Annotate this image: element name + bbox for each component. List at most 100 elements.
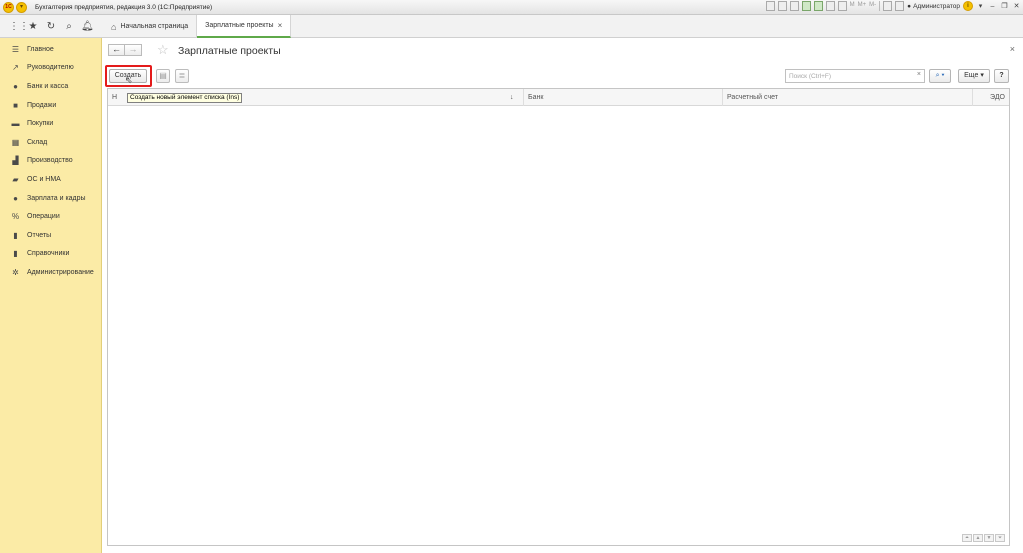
column-header-account[interactable]: Расчетный счет bbox=[723, 89, 973, 106]
list-icon[interactable]: ≣ bbox=[175, 69, 189, 83]
back-button[interactable]: ← bbox=[108, 44, 125, 56]
book-icon: ▮ bbox=[13, 249, 18, 259]
info-icon[interactable]: i bbox=[963, 1, 973, 11]
memory-icon[interactable]: M bbox=[850, 1, 855, 11]
sidebar-item-administration[interactable]: ✲ Администрирование bbox=[0, 263, 101, 282]
scroll-top-icon[interactable]: ⏶ bbox=[962, 534, 972, 542]
zoom-icon[interactable] bbox=[883, 1, 893, 11]
window-title-bar: 1С ▾ Бухгалтерия предприятия, редакция 3… bbox=[0, 0, 1023, 15]
tab-label: Зарплатные проекты bbox=[205, 22, 274, 29]
sidebar-item-label: Банк и касса bbox=[27, 82, 69, 90]
sort-arrow-icon: ↓ bbox=[510, 94, 514, 101]
sections-grid-icon[interactable]: ⋮⋮ bbox=[9, 21, 29, 32]
more-button[interactable]: Еще ▾ bbox=[958, 69, 990, 83]
window-title: Бухгалтерия предприятия, редакция 3.0 (1… bbox=[35, 3, 213, 11]
print-icon[interactable] bbox=[777, 1, 787, 11]
sidebar-item-label: Производство bbox=[27, 157, 73, 165]
save-to-file-icon[interactable] bbox=[813, 1, 823, 11]
tooltip-text: Создать новый элемент списка (Ins) bbox=[130, 94, 240, 101]
help-button[interactable]: ? bbox=[994, 69, 1009, 83]
panels-icon[interactable] bbox=[895, 1, 905, 11]
save-icon[interactable] bbox=[801, 1, 811, 11]
sidebar-item-sales[interactable]: ■ Продажи bbox=[0, 96, 101, 115]
cart-icon: ▬ bbox=[11, 119, 20, 129]
sidebar-item-label: Зарплата и кадры bbox=[27, 194, 86, 202]
sidebar-item-label: Покупки bbox=[27, 120, 54, 128]
dropdown-icon[interactable]: ▾ bbox=[976, 2, 985, 10]
sidebar-item-salary-hr[interactable]: ● Зарплата и кадры bbox=[0, 189, 101, 208]
sidebar-item-label: Отчеты bbox=[27, 231, 52, 239]
form-close-icon[interactable]: × bbox=[1010, 44, 1015, 54]
sidebar-item-purchases[interactable]: ▬ Покупки bbox=[0, 114, 101, 133]
factory-icon: ▟ bbox=[12, 156, 19, 166]
search-input[interactable] bbox=[786, 70, 912, 82]
user-name: Администратор bbox=[913, 2, 960, 10]
more-label: Еще bbox=[964, 72, 979, 79]
search-clear-icon[interactable]: × bbox=[917, 71, 921, 78]
close-icon[interactable]: ✕ bbox=[1012, 2, 1021, 10]
scroll-up-icon[interactable]: ▲ bbox=[973, 534, 983, 542]
column-header-edo[interactable]: ЭДО bbox=[973, 89, 1009, 106]
memory-plus-icon[interactable]: M+ bbox=[858, 1, 867, 11]
sidebar-item-manager[interactable]: ↗ Руководителю bbox=[0, 59, 101, 78]
sidebar-item-label: ОС и НМА bbox=[27, 175, 61, 183]
person-icon: ● bbox=[13, 193, 18, 203]
mouse-pointer-icon: ⇖ bbox=[125, 75, 133, 85]
favorites-star-icon[interactable]: ★ bbox=[27, 21, 39, 32]
current-user[interactable]: ● Администратор bbox=[907, 3, 960, 10]
grid-icon: ▦ bbox=[11, 137, 20, 147]
sidebar-item-label: Продажи bbox=[27, 101, 57, 109]
sidebar-item-reports[interactable]: ▮ Отчеты bbox=[0, 226, 101, 245]
sidebar-item-label: Справочники bbox=[27, 250, 70, 258]
sidebar-item-warehouse[interactable]: ▦ Склад bbox=[0, 133, 101, 152]
history-icon[interactable]: ↻ bbox=[45, 21, 57, 32]
separator bbox=[879, 1, 881, 11]
percent-icon: % bbox=[11, 212, 20, 222]
table-pager: ⏶ ▲ ▼ ⏷ bbox=[962, 534, 1005, 542]
sidebar-item-label: Главное bbox=[27, 45, 54, 53]
list-table[interactable]: Н ↓ Банк Расчетный счет ЭДО Создать новы… bbox=[107, 75, 1010, 546]
list-form: ← → ☆ Зарплатные проекты × Создать ▤ ≣ ×… bbox=[103, 38, 1023, 553]
truck-icon: ▰ bbox=[12, 174, 19, 184]
sidebar-item-label: Руководителю bbox=[27, 64, 74, 72]
command-bar: Создать ▤ ≣ × ⌕ ▾ Еще ▾ ? bbox=[103, 65, 1023, 87]
sidebar-item-label: Операции bbox=[27, 213, 60, 221]
minimize-icon[interactable]: – bbox=[988, 3, 997, 10]
forward-button[interactable]: → bbox=[125, 44, 142, 56]
scroll-bottom-icon[interactable]: ⏷ bbox=[995, 534, 1005, 542]
preview-icon[interactable] bbox=[789, 1, 799, 11]
table-header: Н ↓ Банк Расчетный счет ЭДО Создать новы… bbox=[108, 75, 1009, 106]
sidebar-item-main[interactable]: ☰ Главное bbox=[0, 40, 101, 59]
memory-minus-icon[interactable]: M- bbox=[869, 1, 876, 11]
sidebar-item-operations[interactable]: % Операции bbox=[0, 207, 101, 226]
search-button[interactable]: ⌕ ▾ bbox=[929, 69, 951, 83]
main-menu-icon[interactable]: ▾ bbox=[16, 1, 27, 13]
sidebar-item-production[interactable]: ▟ Производство bbox=[0, 152, 101, 171]
sidebar-item-bank-cash[interactable]: ● Банк и касса bbox=[0, 77, 101, 96]
bag-icon: ■ bbox=[13, 100, 18, 110]
trend-icon: ↗ bbox=[12, 63, 19, 73]
calendar-icon[interactable] bbox=[837, 1, 847, 11]
sidebar-item-fixed-assets[interactable]: ▰ ОС и НМА bbox=[0, 170, 101, 189]
user-icon: ● bbox=[907, 2, 912, 10]
column-header-bank[interactable]: Банк bbox=[524, 89, 723, 106]
restore-icon[interactable]: ❐ bbox=[1000, 2, 1009, 10]
sidebar-item-references[interactable]: ▮ Справочники bbox=[0, 245, 101, 264]
calculator-icon[interactable] bbox=[825, 1, 835, 11]
tab-salary-projects[interactable]: Зарплатные проекты × bbox=[197, 15, 292, 38]
sidebar-item-label: Администрирование bbox=[27, 268, 94, 276]
tab-home[interactable]: ⌂ Начальная страница bbox=[103, 15, 198, 38]
create-tooltip: Создать новый элемент списка (Ins) bbox=[127, 93, 243, 103]
favorite-star-icon[interactable]: ☆ bbox=[157, 43, 169, 56]
copy-icon[interactable]: ▤ bbox=[156, 69, 170, 83]
sidebar-item-label: Склад bbox=[27, 138, 48, 146]
gear-icon: ✲ bbox=[12, 267, 19, 277]
search-box: × bbox=[785, 69, 925, 83]
link-icon[interactable] bbox=[765, 1, 775, 11]
coin-icon: ● bbox=[13, 81, 18, 91]
bell-icon[interactable]: 🔔︎ bbox=[81, 21, 94, 32]
top-toolbar: ⋮⋮ ★ ↻ ⌕ 🔔︎ ⌂ Начальная страница Зарплат… bbox=[0, 15, 1023, 38]
search-icon[interactable]: ⌕ bbox=[63, 21, 75, 32]
tab-close-icon[interactable]: × bbox=[278, 21, 283, 30]
scroll-down-icon[interactable]: ▼ bbox=[984, 534, 994, 542]
